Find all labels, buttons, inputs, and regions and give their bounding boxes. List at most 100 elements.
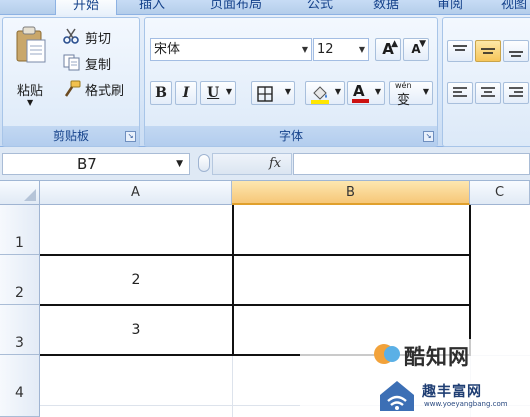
align-middle-button[interactable]: [475, 40, 501, 62]
paste-label: 粘贴: [17, 84, 44, 99]
cut-label: 剪切: [85, 32, 112, 47]
font-name-value: 宋体: [154, 42, 181, 57]
scissors-icon: [63, 28, 79, 44]
row-header-2[interactable]: 2: [0, 255, 40, 305]
clipboard-group: 粘贴 ▼ 剪切 复制 格式刷 剪贴板 ↘: [2, 17, 140, 147]
format-painter-icon: [64, 80, 81, 97]
phonetic-guide-button[interactable]: wén 变 ▼: [389, 81, 433, 108]
cell-border: [469, 205, 471, 355]
align-right-button[interactable]: [503, 82, 529, 104]
tab-review[interactable]: 审阅: [426, 0, 474, 14]
phonetic-dropdown-icon[interactable]: ▼: [423, 87, 429, 96]
tab-data[interactable]: 数据: [362, 0, 410, 14]
wifi-house-logo-icon: [380, 381, 414, 411]
clipboard-dialog-launcher-icon[interactable]: ↘: [125, 131, 136, 142]
formula-bar: B7 ▼ fx: [0, 147, 530, 181]
font-dialog-launcher-icon[interactable]: ↘: [423, 131, 434, 142]
cell-b2[interactable]: [234, 256, 469, 304]
column-header-a[interactable]: A: [40, 181, 232, 205]
copy-icon: [63, 54, 80, 71]
italic-label: I: [182, 85, 190, 101]
font-group: 宋体 ▼ 12 ▼ A ▲ A ▼ B I U ▼ ▼ ▼ A ▼ wén 变 …: [144, 17, 438, 147]
column-header-c[interactable]: C: [470, 181, 530, 205]
copy-button[interactable]: 复制: [61, 52, 133, 74]
clipboard-group-label: 剪贴板: [3, 126, 139, 146]
font-size-dropdown-icon[interactable]: ▼: [359, 39, 365, 60]
brand-text: 酷知网: [404, 345, 470, 369]
insert-function-icon[interactable]: fx: [269, 156, 281, 171]
paste-button[interactable]: 粘贴 ▼: [9, 24, 53, 110]
cell-b1[interactable]: [234, 205, 469, 255]
underline-button[interactable]: U ▼: [200, 81, 236, 105]
formula-input[interactable]: [293, 153, 530, 175]
font-color-button[interactable]: A ▼: [347, 81, 385, 105]
paste-dropdown-arrow-icon[interactable]: ▼: [27, 98, 33, 107]
tab-view[interactable]: 视图: [494, 0, 530, 14]
bold-label: B: [155, 85, 167, 101]
font-color-swatch: [352, 99, 369, 103]
site-url: www.yoeyangbang.com: [424, 400, 508, 408]
align-top-button[interactable]: [447, 40, 473, 62]
cell-a3[interactable]: 3: [40, 306, 232, 354]
select-all-corner[interactable]: [0, 181, 40, 205]
worksheet-grid: A B C 1 2 3 4 2 3 酷知网 趣丰富网 www.yoeyangba…: [0, 181, 530, 417]
align-bottom-button[interactable]: [503, 40, 529, 62]
row-header-3[interactable]: 3: [0, 305, 40, 355]
site-name: 趣丰富网: [422, 384, 482, 400]
font-name-dropdown-icon[interactable]: ▼: [302, 39, 308, 60]
tab-page-layout[interactable]: 页面布局: [196, 0, 276, 14]
align-top-icon: [453, 45, 467, 51]
borders-icon: [257, 86, 273, 102]
column-header-b[interactable]: B: [232, 181, 470, 205]
grow-font-button[interactable]: A ▲: [375, 38, 401, 61]
align-bottom-icon: [509, 51, 523, 57]
font-size-value: 12: [317, 42, 334, 57]
name-box-dropdown-icon[interactable]: ▼: [176, 154, 183, 174]
row-header-1[interactable]: 1: [0, 205, 40, 255]
format-painter-button[interactable]: 格式刷: [61, 78, 137, 100]
shrink-font-button[interactable]: A ▼: [403, 38, 429, 61]
font-size-combo[interactable]: 12 ▼: [313, 38, 369, 61]
font-group-label: 字体: [145, 126, 437, 146]
grow-font-caret-icon: ▲: [391, 39, 398, 49]
tab-formulas[interactable]: 公式: [296, 0, 344, 14]
fill-color-button[interactable]: ▼: [305, 81, 345, 105]
cell-a2[interactable]: 2: [40, 256, 232, 304]
office-button-edge[interactable]: [0, 0, 12, 14]
shrink-font-caret-icon: ▼: [419, 39, 426, 49]
formula-bar-buttons: fx: [212, 153, 292, 175]
underline-label: U: [207, 85, 220, 101]
align-right-icon: [509, 87, 523, 97]
formula-bar-resize-handle[interactable]: [198, 154, 210, 172]
font-name-combo[interactable]: 宋体 ▼: [150, 38, 312, 61]
font-color-dropdown-icon[interactable]: ▼: [375, 87, 381, 96]
select-all-triangle-icon: [24, 189, 36, 201]
cell-a1[interactable]: [40, 205, 232, 255]
borders-dropdown-icon[interactable]: ▼: [285, 87, 291, 96]
tab-insert[interactable]: 插入: [128, 0, 176, 14]
align-left-button[interactable]: [447, 82, 473, 104]
font-color-label: A: [353, 82, 365, 100]
row-header-4[interactable]: 4: [0, 355, 40, 417]
cell-a4[interactable]: [40, 356, 232, 405]
borders-button[interactable]: ▼: [251, 81, 295, 105]
phonetic-guide-char: 变: [397, 93, 411, 108]
alignment-group: [442, 17, 530, 147]
italic-button[interactable]: I: [175, 81, 197, 105]
fill-color-dropdown-icon[interactable]: ▼: [335, 87, 341, 96]
paste-icon: [16, 26, 46, 63]
name-box[interactable]: B7 ▼: [2, 153, 190, 175]
name-box-value: B7: [77, 155, 97, 173]
underline-dropdown-icon[interactable]: ▼: [226, 87, 232, 96]
watermark: 酷知网 趣丰富网 www.yoeyangbang.com: [300, 339, 530, 417]
cut-button[interactable]: 剪切: [61, 26, 133, 48]
align-center-icon: [481, 87, 495, 97]
fill-bucket-icon: [311, 86, 329, 104]
align-center-button[interactable]: [475, 82, 501, 104]
tab-home[interactable]: 开始: [55, 0, 117, 15]
ribbon-tab-strip: 开始 插入 页面布局 公式 数据 审阅 视图: [0, 0, 530, 15]
align-left-icon: [453, 87, 467, 97]
bold-button[interactable]: B: [150, 81, 172, 105]
format-painter-label: 格式刷: [85, 84, 125, 99]
align-middle-icon: [481, 48, 495, 54]
